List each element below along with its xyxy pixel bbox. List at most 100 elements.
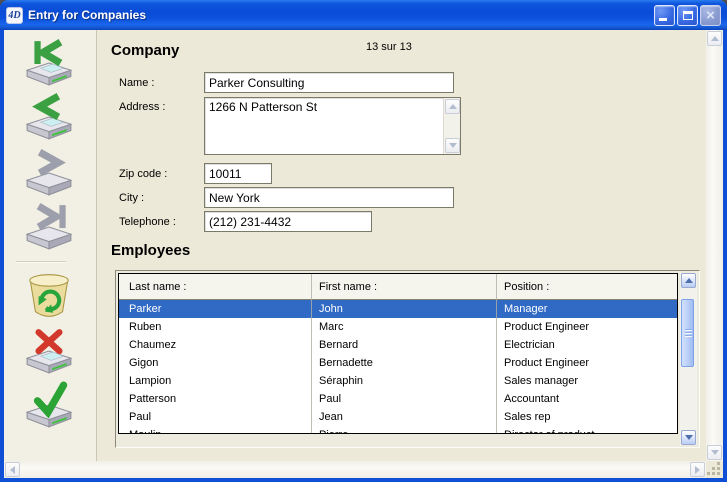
cell-first-name: Bernard [311, 339, 496, 351]
table-scrollbar-thumb[interactable] [681, 299, 694, 367]
address-scrollbar[interactable] [443, 98, 460, 154]
resize-grip[interactable] [706, 461, 723, 478]
cell-last-name: Chaumez [119, 339, 311, 351]
cell-position: Accountant [496, 393, 677, 405]
cell-last-name: Moulin [119, 429, 311, 434]
cell-first-name: Paul [311, 393, 496, 405]
next-record-icon [24, 148, 74, 198]
column-header-first-name[interactable]: First name : [311, 281, 496, 293]
cell-first-name: Séraphin [311, 375, 496, 387]
cell-position: Sales rep [496, 411, 677, 423]
table-row[interactable]: MoulinPierreDirector of product [119, 426, 677, 434]
employees-table-header: Last name : First name : Position : [119, 274, 677, 300]
window-title: Entry for Companies [28, 8, 652, 22]
scroll-up-icon [711, 36, 719, 41]
cell-first-name: Jean [311, 411, 496, 423]
cell-position: Director of product [496, 429, 677, 434]
zipcode-input[interactable] [204, 163, 272, 184]
table-row[interactable]: ChaumezBernardElectrician [119, 336, 677, 354]
table-row[interactable]: GigonBernadetteProduct Engineer [119, 354, 677, 372]
scroll-up-icon [685, 278, 693, 283]
window-vertical-scrollbar[interactable] [706, 30, 723, 461]
previous-record-button[interactable] [24, 92, 74, 142]
table-scroll-up-button[interactable] [681, 273, 696, 288]
cell-last-name: Patterson [119, 393, 311, 405]
address-field[interactable]: 1266 N Patterson St [204, 97, 461, 155]
close-icon: × [701, 6, 720, 25]
record-counter: 13 sur 13 [366, 41, 412, 53]
employees-table: Last name : First name : Position : Park… [115, 270, 700, 448]
cancel-cross-icon [24, 326, 74, 376]
address-value: 1266 N Patterson St [209, 100, 440, 114]
cell-position: Sales manager [496, 375, 677, 387]
cell-position: Product Engineer [496, 357, 677, 369]
table-row[interactable]: PattersonPaulAccountant [119, 390, 677, 408]
table-row[interactable]: PaulJeanSales rep [119, 408, 677, 426]
minimize-icon [659, 18, 667, 21]
last-record-icon [24, 202, 74, 252]
cell-last-name: Gigon [119, 357, 311, 369]
record-toolbar [4, 30, 97, 461]
window-scroll-down-button[interactable] [707, 445, 722, 460]
telephone-input[interactable] [204, 211, 372, 232]
cell-last-name: Lampion [119, 375, 311, 387]
trash-recycle-icon [24, 270, 74, 320]
telephone-label: Telephone : [119, 216, 176, 228]
minimize-button[interactable] [654, 5, 675, 26]
delete-record-button[interactable] [24, 270, 74, 320]
close-button[interactable]: × [700, 5, 721, 26]
next-record-button[interactable] [24, 148, 74, 198]
cell-first-name: Pierre [311, 429, 496, 434]
window-scroll-right-button[interactable] [690, 462, 705, 477]
4d-app-icon: 4D [6, 7, 23, 24]
scroll-left-icon [10, 466, 15, 474]
city-input[interactable] [204, 187, 454, 208]
cell-first-name: John [311, 303, 496, 315]
first-record-icon [24, 38, 74, 88]
window-horizontal-scrollbar[interactable] [4, 461, 706, 478]
scroll-up-icon [449, 104, 457, 109]
maximize-button[interactable] [677, 5, 698, 26]
scroll-right-icon [695, 466, 700, 474]
address-scroll-down-button[interactable] [445, 138, 460, 153]
table-row[interactable]: RubenMarcProduct Engineer [119, 318, 677, 336]
employees-table-content[interactable]: Last name : First name : Position : Park… [118, 273, 678, 434]
form-area: Company 13 sur 13 Name : Address : 1266 … [98, 30, 706, 461]
previous-record-icon [24, 92, 74, 142]
cell-first-name: Marc [311, 321, 496, 333]
accept-check-icon [24, 380, 74, 430]
last-record-button[interactable] [24, 202, 74, 252]
scroll-down-icon [449, 143, 457, 148]
table-scroll-down-button[interactable] [681, 430, 696, 445]
column-header-position[interactable]: Position : [496, 281, 677, 293]
column-divider [496, 274, 497, 433]
table-scrollbar[interactable] [680, 273, 697, 445]
address-scroll-up-button[interactable] [445, 99, 460, 114]
table-row[interactable]: LampionSéraphinSales manager [119, 372, 677, 390]
toolbar-separator [16, 261, 66, 263]
cell-position: Electrician [496, 339, 677, 351]
name-label: Name : [119, 77, 154, 89]
name-input[interactable] [204, 72, 454, 93]
title-bar[interactable]: 4D Entry for Companies × [0, 0, 727, 30]
cell-last-name: Ruben [119, 321, 311, 333]
company-section-title: Company [111, 42, 179, 59]
cell-last-name: Paul [119, 411, 311, 423]
column-divider [311, 274, 312, 433]
scroll-down-icon [685, 435, 693, 440]
first-record-button[interactable] [24, 38, 74, 88]
scroll-down-icon [711, 450, 719, 455]
cell-first-name: Bernadette [311, 357, 496, 369]
column-header-last-name[interactable]: Last name : [119, 281, 311, 293]
accept-record-button[interactable] [24, 380, 74, 430]
cancel-record-button[interactable] [24, 326, 74, 376]
window-client-area: Company 13 sur 13 Name : Address : 1266 … [4, 30, 723, 478]
city-label: City : [119, 192, 144, 204]
table-row[interactable]: ParkerJohnManager [119, 300, 677, 318]
employees-section-title: Employees [111, 242, 190, 259]
cell-position: Manager [496, 303, 677, 315]
window-scroll-up-button[interactable] [707, 31, 722, 46]
cell-last-name: Parker [119, 303, 311, 315]
employees-table-body: ParkerJohnManagerRubenMarcProduct Engine… [119, 300, 677, 434]
window-scroll-left-button[interactable] [5, 462, 20, 477]
